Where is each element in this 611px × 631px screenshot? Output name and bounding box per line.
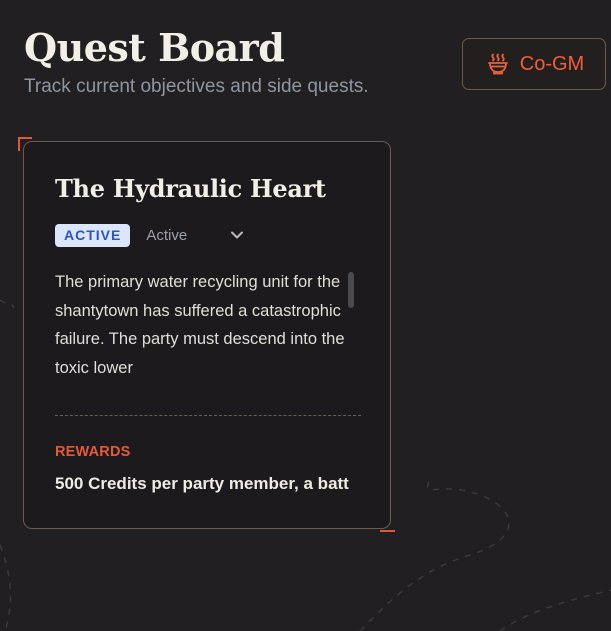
chevron-down-icon [231, 231, 244, 239]
status-dropdown[interactable]: Active [144, 223, 244, 247]
description-scrollbar[interactable] [348, 272, 354, 308]
bowl-steam-icon [487, 53, 508, 75]
rewards-label: REWARDS [55, 444, 131, 460]
card-corner-marker-bottom-right [380, 530, 395, 532]
page-title: Quest Board [24, 25, 285, 70]
status-badge: ACTIVE [55, 223, 131, 247]
quest-description: The primary water recycling unit for the… [55, 273, 345, 377]
quest-title: The Hydraulic Heart [55, 174, 326, 203]
page-subtitle: Track current objectives and side quests… [24, 76, 369, 97]
status-row: ACTIVE Active [55, 223, 244, 247]
rewards-text: 500 Credits per party member, a batt [55, 474, 349, 493]
card-divider [55, 415, 361, 416]
co-gm-button[interactable]: Co-GM [462, 38, 606, 90]
status-dropdown-value: Active [146, 226, 188, 244]
co-gm-label: Co-GM [519, 52, 585, 75]
quest-card: The Hydraulic Heart ACTIVE Active The pr… [23, 141, 391, 529]
